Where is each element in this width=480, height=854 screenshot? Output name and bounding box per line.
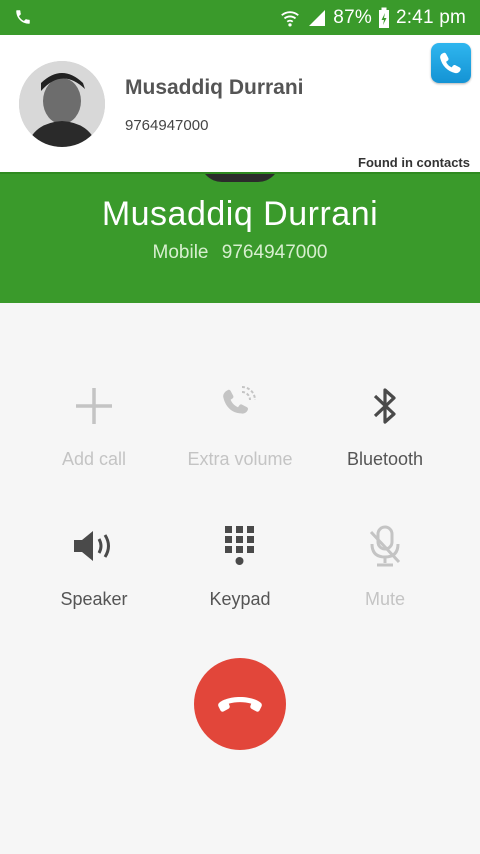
- speaker-button[interactable]: Speaker: [19, 521, 169, 610]
- contact-avatar: [19, 61, 105, 147]
- status-bar: 87% 2:41 pm: [0, 0, 480, 35]
- bluetooth-label: Bluetooth: [346, 449, 424, 469]
- extra-volume-button[interactable]: Extra volume: [165, 381, 315, 470]
- phone-app-icon[interactable]: [431, 43, 471, 83]
- contact-number: 9764947000: [125, 117, 209, 134]
- battery-charging-icon: [378, 7, 389, 28]
- signal-icon: [309, 9, 326, 26]
- end-call-button[interactable]: [194, 658, 286, 750]
- speaker-label: Speaker: [60, 589, 128, 609]
- found-in-contacts-label: Found in contacts: [358, 155, 470, 170]
- extra-volume-label: Extra volume: [187, 449, 293, 469]
- phone-call-icon: [16, 10, 30, 24]
- keypad-label: Keypad: [209, 589, 271, 609]
- plus-icon: [76, 388, 112, 424]
- mute-button[interactable]: Mute: [310, 521, 460, 610]
- number-label: Mobile: [152, 242, 209, 263]
- caller-id-popup[interactable]: Musaddiq Durrani 9764947000 Found in con…: [0, 35, 480, 174]
- contact-name: Musaddiq Durrani: [125, 76, 304, 99]
- caller-number-line: Mobile 9764947000: [0, 242, 480, 264]
- extra-volume-icon: [223, 386, 256, 414]
- battery-percent: 87%: [333, 6, 372, 28]
- add-call-button[interactable]: Add call: [19, 381, 169, 470]
- keypad-button[interactable]: Keypad: [165, 521, 315, 610]
- bluetooth-icon: [373, 388, 396, 424]
- caller-number: 9764947000: [221, 242, 328, 263]
- keypad-icon: [225, 526, 254, 565]
- speaker-icon: [74, 531, 110, 561]
- mute-label: Mute: [364, 589, 406, 609]
- wifi-calling-icon: [281, 10, 300, 27]
- caller-name: Musaddiq Durrani: [101, 195, 379, 233]
- bluetooth-button[interactable]: Bluetooth: [310, 381, 460, 470]
- mute-icon: [369, 525, 401, 567]
- hang-up-icon: [218, 697, 262, 712]
- add-call-label: Add call: [61, 449, 127, 469]
- clock: 2:41 pm: [395, 6, 466, 28]
